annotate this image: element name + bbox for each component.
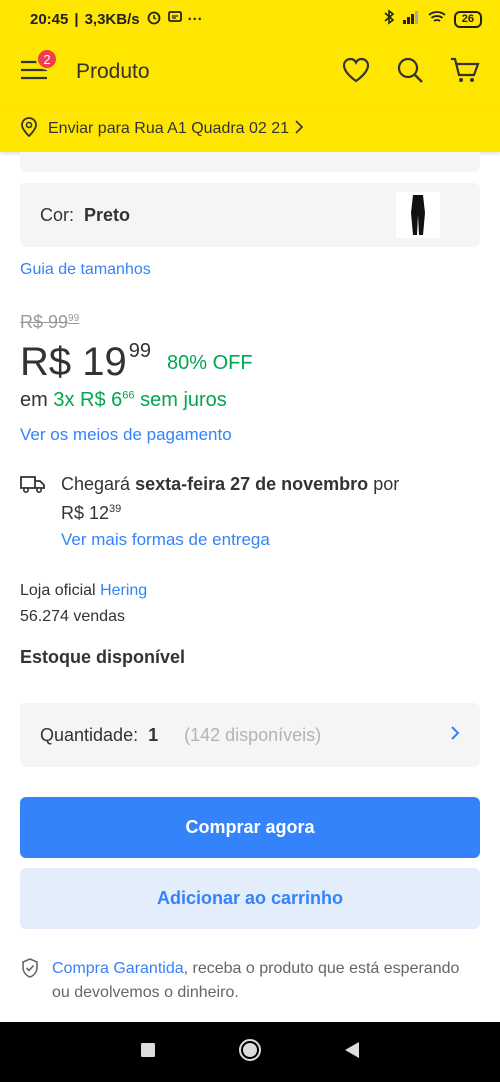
installment-info: em 3x R$ 666 sem juros xyxy=(20,389,227,411)
payment-methods-link[interactable]: Ver os meios de pagamento xyxy=(20,425,232,445)
search-icon[interactable] xyxy=(396,56,424,89)
color-value: Preto xyxy=(84,204,131,225)
chevron-right-icon xyxy=(450,725,460,746)
quantity-label: Quantidade: xyxy=(40,724,139,745)
available-count: (142 disponíveis) xyxy=(184,724,322,745)
delivery-info: Chegará sexta-feira 27 de novembro por R… xyxy=(20,472,480,526)
message-icon xyxy=(167,10,182,28)
shipping-address-bar[interactable]: Enviar para Rua A1 Quadra 02 21 xyxy=(0,106,500,152)
cart-icon[interactable] xyxy=(450,56,480,89)
delivery-date: sexta-feira 27 de novembro xyxy=(135,474,369,494)
current-price: R$ 19 xyxy=(20,340,127,384)
stock-title: Estoque disponível xyxy=(20,647,186,667)
color-selector[interactable]: Cor: Preto xyxy=(20,183,480,247)
address-text: Enviar para Rua A1 Quadra 02 21 xyxy=(48,120,290,137)
chevron-right-icon xyxy=(295,119,304,139)
truck-icon xyxy=(20,474,48,526)
current-price-cents: 99 xyxy=(128,340,151,362)
sales-count: 56.274 vendas xyxy=(20,608,125,625)
add-to-cart-button[interactable]: Adicionar ao carrinho xyxy=(20,868,480,929)
back-icon[interactable] xyxy=(344,1041,360,1064)
previous-option-card xyxy=(20,152,480,172)
discount-badge: 80% OFF xyxy=(167,352,253,374)
color-thumbnail[interactable] xyxy=(396,192,440,238)
location-pin-icon xyxy=(20,116,38,142)
shield-check-icon xyxy=(20,957,40,1005)
status-time: 20:45 xyxy=(30,10,69,28)
quantity-selector[interactable]: Quantidade: 1 (142 disponíveis) xyxy=(20,703,480,767)
purchase-guarantee: Compra Garantida, receba o produto que e… xyxy=(20,957,480,1005)
seller-name-link[interactable]: Hering xyxy=(100,582,147,599)
bluetooth-icon xyxy=(384,9,395,29)
buy-now-button[interactable]: Comprar agora xyxy=(20,797,480,858)
color-label: Cor: xyxy=(40,204,75,225)
guarantee-link[interactable]: Compra Garantida xyxy=(52,960,184,977)
app-header: 2 Produto xyxy=(0,38,500,106)
status-separator: | xyxy=(74,10,79,28)
status-speed: 3,3KB/s xyxy=(84,10,140,28)
battery-indicator: 26 xyxy=(453,10,482,28)
seller-info: Loja oficial Hering 56.274 vendas xyxy=(20,582,148,625)
more-delivery-options-link[interactable]: Ver mais formas de entrega xyxy=(61,530,270,550)
home-icon[interactable] xyxy=(238,1038,262,1067)
original-price: R$ 9999 xyxy=(20,312,80,332)
current-price-row: R$ 19 99 80% OFF xyxy=(20,338,253,386)
signal-icon xyxy=(402,10,420,28)
recent-apps-icon[interactable] xyxy=(140,1042,156,1063)
wifi-icon xyxy=(428,10,446,28)
system-navigation-bar xyxy=(0,1022,500,1082)
quantity-value: 1 xyxy=(148,724,159,745)
page-title: Produto xyxy=(76,60,150,83)
favorite-heart-icon[interactable] xyxy=(342,57,370,88)
alarm-icon xyxy=(146,9,162,29)
status-bar: 20:45 | 3,3KB/s ··· 26 xyxy=(0,0,500,38)
size-guide-link[interactable]: Guia de tamanhos xyxy=(20,261,151,279)
delivery-price: R$ 12 xyxy=(61,503,110,523)
menu-button[interactable]: 2 xyxy=(20,48,58,88)
notification-badge: 2 xyxy=(36,48,58,70)
more-notifications-icon: ··· xyxy=(187,10,203,28)
